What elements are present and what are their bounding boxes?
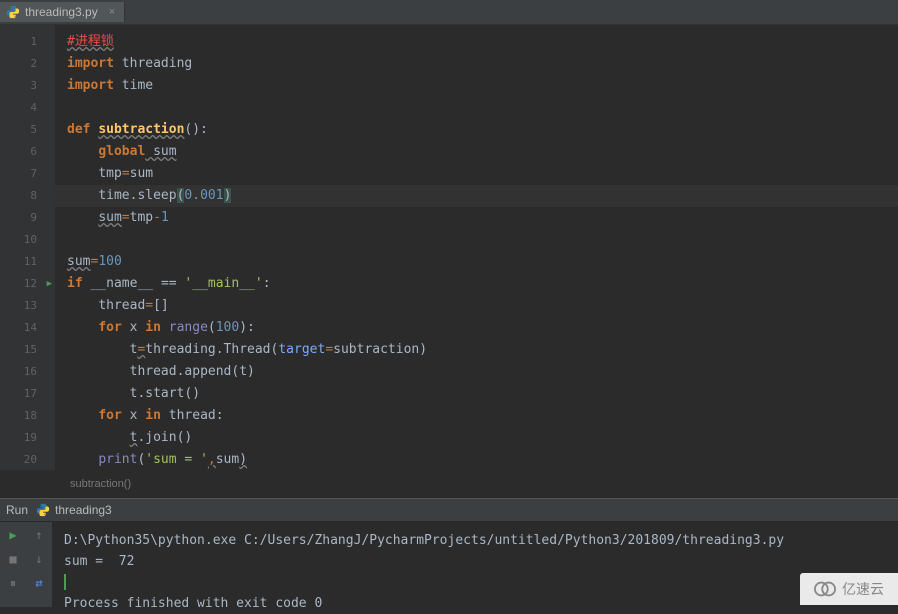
python-file-icon: [36, 503, 50, 517]
gutter-line[interactable]: 2: [0, 53, 55, 75]
pause-icon[interactable]: ⏸: [5, 575, 21, 591]
gutter-line[interactable]: 1: [0, 31, 55, 53]
code-line: for x in range(100):: [55, 317, 898, 339]
gutter-line[interactable]: 16: [0, 361, 55, 383]
gutter-line[interactable]: 3: [0, 75, 55, 97]
run-label: Run: [6, 503, 28, 517]
run-toolbar-nav: ↑ ↓ ⇄: [26, 522, 52, 607]
breadcrumb-text: subtraction(): [70, 478, 131, 490]
code-line: sum=100: [55, 251, 898, 273]
code-line: def subtraction():: [55, 119, 898, 141]
console-line: D:\Python35\python.exe C:/Users/ZhangJ/P…: [64, 530, 886, 551]
code-line: t.start(): [55, 383, 898, 405]
editor-area: 1 2 3 4 5 6 7 8 9 10 11 12 13 14 15 16 1…: [0, 25, 898, 470]
code-line: global sum: [55, 141, 898, 163]
code-line: for x in thread:: [55, 405, 898, 427]
console-cursor-line: [64, 572, 886, 593]
gutter-line[interactable]: 18: [0, 405, 55, 427]
gutter-line[interactable]: 19: [0, 427, 55, 449]
run-panel-header[interactable]: Run threading3: [0, 498, 898, 522]
rerun-icon[interactable]: ▶: [5, 527, 21, 543]
breadcrumb[interactable]: subtraction(): [0, 470, 898, 498]
tab-bar: threading3.py ×: [0, 0, 898, 25]
cursor-icon: [64, 574, 66, 590]
gutter-line[interactable]: 7: [0, 163, 55, 185]
gutter-line-run[interactable]: 12: [0, 273, 55, 295]
code-line: [55, 97, 898, 119]
code-line: tmp=sum: [55, 163, 898, 185]
gutter-line[interactable]: 9: [0, 207, 55, 229]
code-line: thread.append(t): [55, 361, 898, 383]
code-line: thread=[]: [55, 295, 898, 317]
code-line-active: time.sleep(0.001): [55, 185, 898, 207]
watermark-logo-icon: [814, 578, 836, 600]
wrap-icon[interactable]: ⇄: [31, 575, 47, 591]
watermark-text: 亿速云: [842, 579, 884, 599]
code-line: t=threading.Thread(target=subtraction): [55, 339, 898, 361]
run-toolbar-left: ▶ ■ ⏸: [0, 522, 26, 607]
gutter-line[interactable]: 13: [0, 295, 55, 317]
code-line: sum=tmp-1: [55, 207, 898, 229]
code-line: t.join(): [55, 427, 898, 449]
gutter-line[interactable]: 17: [0, 383, 55, 405]
down-icon[interactable]: ↓: [31, 551, 47, 567]
run-config-name: threading3: [55, 503, 112, 517]
up-icon[interactable]: ↑: [31, 527, 47, 543]
code-line: import threading: [55, 53, 898, 75]
gutter-line[interactable]: 14: [0, 317, 55, 339]
code-line: if __name__ == '__main__':: [55, 273, 898, 295]
gutter-line[interactable]: 4: [0, 97, 55, 119]
gutter-line[interactable]: 5: [0, 119, 55, 141]
stop-icon[interactable]: ■: [5, 551, 21, 567]
gutter-line[interactable]: 6: [0, 141, 55, 163]
console-line: sum = 72: [64, 551, 886, 572]
gutter-line[interactable]: 11: [0, 251, 55, 273]
console-output[interactable]: D:\Python35\python.exe C:/Users/ZhangJ/P…: [52, 522, 898, 607]
code-line: #进程锁: [55, 31, 898, 53]
line-gutter: 1 2 3 4 5 6 7 8 9 10 11 12 13 14 15 16 1…: [0, 25, 55, 470]
code-line: print('sum = ',sum): [55, 449, 898, 471]
run-output-panel: ▶ ■ ⏸ ↑ ↓ ⇄ D:\Python35\python.exe C:/Us…: [0, 522, 898, 607]
console-line: Process finished with exit code 0: [64, 593, 886, 614]
gutter-line[interactable]: 20: [0, 449, 55, 471]
python-file-icon: [6, 5, 20, 19]
gutter-line[interactable]: 10: [0, 229, 55, 251]
code-editor[interactable]: #进程锁 import threading import time def su…: [55, 25, 898, 470]
code-line: import time: [55, 75, 898, 97]
gutter-line[interactable]: 15: [0, 339, 55, 361]
file-tab[interactable]: threading3.py ×: [0, 2, 125, 22]
code-line: [55, 229, 898, 251]
gutter-line[interactable]: 8: [0, 185, 55, 207]
tab-filename: threading3.py: [25, 5, 98, 19]
tab-close-icon[interactable]: ×: [106, 6, 118, 18]
watermark: 亿速云: [800, 573, 898, 605]
